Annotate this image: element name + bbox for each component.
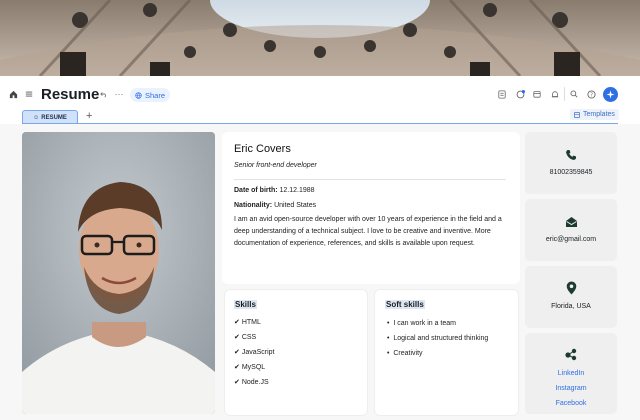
templates-label: Templates [583,111,615,118]
nationality-label: Nationality: [234,202,273,209]
profile-name: Eric Covers [234,143,291,155]
soft-skill-item: • Creativity [387,350,423,357]
skill-item: ✔ CSS [234,333,256,341]
info-divider [234,179,506,180]
check-icon: ✔ [234,334,242,341]
help-icon[interactable]: ? [585,86,597,102]
profile-about: I am an avid open-source developer with … [234,216,502,247]
globe-icon [135,91,142,99]
email-card: eric@gmail.com [525,199,617,261]
tab-resume-icon: ☺ [33,114,40,121]
check-icon: ✔ [234,364,242,371]
skill-label: CSS [241,334,257,341]
comment-icon[interactable] [514,86,526,102]
soft-skill-label: Logical and structured thinking [393,335,489,342]
phone-icon [525,148,617,166]
sparkle-icon[interactable] [603,87,618,102]
soft-skill-item: • Logical and structured thinking [387,335,489,342]
social-card: LinkedIn Instagram Facebook [525,333,617,414]
skill-label: MySQL [241,364,266,371]
share-label: Share [145,90,166,100]
cover-banner [0,0,640,76]
more-icon[interactable]: ··· [113,84,125,104]
menu-icon[interactable] [23,84,35,104]
profile-role: Senior front-end developer [234,162,317,169]
check-icon: ✔ [234,349,242,356]
skills-title: Skills [234,300,257,309]
calendar-icon[interactable] [531,86,543,102]
tab-resume-label: RESUME [41,114,67,121]
skill-label: HTML [241,319,261,326]
templates-button[interactable]: Templates [570,109,619,120]
phone-card: 81002359845 [525,132,617,194]
skill-item: ✔ Node.JS [234,378,269,386]
tab-resume[interactable]: ☺ RESUME [22,110,78,124]
home-icon[interactable] [6,84,20,104]
search-icon[interactable] [568,86,580,102]
soft-skill-label: I can work in a team [393,320,456,327]
dob-label: Date of birth: [234,187,278,194]
skill-item: ✔ MySQL [234,363,265,371]
soft-skills-title: Soft skills [385,300,425,309]
bell-icon[interactable] [549,86,561,102]
instagram-link[interactable]: Instagram [525,385,617,392]
templates-icon [574,111,580,118]
document-icon[interactable] [496,86,508,102]
check-icon: ✔ [234,379,242,386]
phone-number: 81002359845 [549,169,593,176]
toolbar-divider [564,87,565,101]
location-pin-icon [525,281,617,300]
svg-text:?: ? [590,92,593,98]
skill-label: Node.JS [241,379,269,386]
dob-value: 12.12.1988 [279,187,315,194]
share-button[interactable]: Share [130,88,171,102]
profile-photo [22,132,215,414]
location-card: Florida, USA [525,266,617,328]
envelope-icon [525,215,617,233]
location-text: Florida, USA [551,303,591,310]
nationality-row: Nationality: United States [234,202,316,209]
add-tab-button[interactable]: + [86,110,92,122]
nationality-value: United States [274,202,317,209]
share-nodes-icon [525,347,617,366]
skill-label: JavaScript [241,349,275,356]
facebook-link[interactable]: Facebook [525,400,617,407]
skill-item: ✔ HTML [234,318,261,326]
check-icon: ✔ [234,319,242,326]
soft-skill-item: • I can work in a team [387,320,456,327]
linkedin-link[interactable]: LinkedIn [525,370,617,377]
dob-row: Date of birth: 12.12.1988 [234,187,315,194]
skill-item: ✔ JavaScript [234,348,275,356]
email-address[interactable]: eric@gmail.com [525,236,617,243]
undo-icon[interactable] [98,84,110,104]
page-title: Resume [41,86,100,103]
soft-skill-label: Creativity [393,350,423,357]
